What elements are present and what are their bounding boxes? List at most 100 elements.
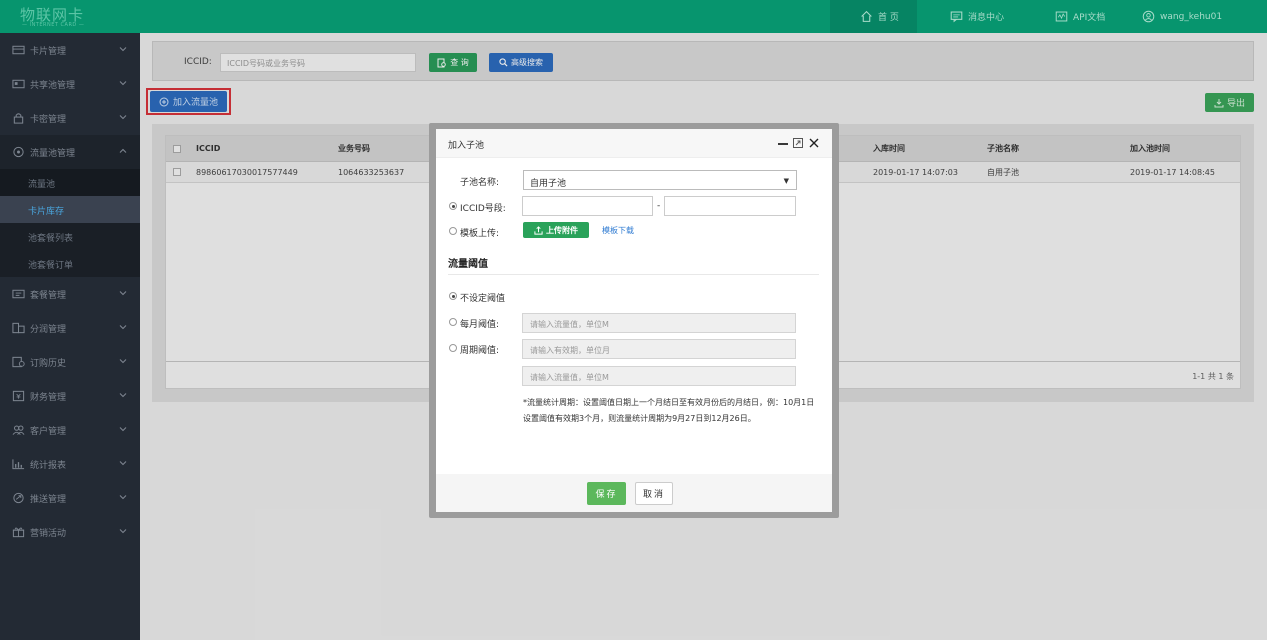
sidebar-item-label: 共享池管理 bbox=[30, 81, 76, 91]
upload-icon bbox=[534, 225, 543, 235]
maximize-icon[interactable] bbox=[792, 137, 804, 149]
sidebar-item-label: 流量池管理 bbox=[30, 149, 76, 159]
nav-api-label: API文档 bbox=[1073, 13, 1106, 23]
sidebar-item-packages[interactable]: 套餐管理 bbox=[0, 277, 140, 311]
message-icon bbox=[950, 11, 963, 23]
no-threshold-radio[interactable] bbox=[449, 292, 457, 300]
sidebar-subitem-card-stock[interactable]: 卡片库存 bbox=[0, 196, 140, 223]
chevron-down-icon bbox=[119, 461, 127, 466]
sidebar-subitem-pool[interactable]: 流量池 bbox=[0, 169, 140, 196]
history-icon bbox=[12, 356, 25, 368]
chevron-down-icon bbox=[119, 427, 127, 432]
sidebar-subitem-label: 池套餐订单 bbox=[28, 261, 74, 271]
traffic-threshold-title: 流量阈值 bbox=[448, 259, 488, 270]
sidebar-item-label: 订购历史 bbox=[30, 359, 67, 369]
monthly-threshold-label: 每月阈值: bbox=[460, 320, 500, 330]
gift-icon bbox=[12, 527, 25, 538]
sidebar-item-label: 推送管理 bbox=[30, 495, 67, 505]
chevron-up-icon bbox=[119, 148, 127, 153]
sidebar-item-label: 营销活动 bbox=[30, 529, 67, 539]
user-avatar-icon bbox=[1142, 10, 1155, 23]
period-threshold-radio[interactable] bbox=[449, 344, 457, 352]
threshold-note: *流量统计周期：设置阈值日期上一个月结日至有效月份后的月结日，例：10月1日设置… bbox=[523, 398, 815, 423]
iccid-range-radio[interactable] bbox=[449, 202, 457, 210]
nav-messages[interactable]: 消息中心 bbox=[950, 0, 1004, 33]
sidebar-item-profit[interactable]: 分润管理 bbox=[0, 311, 140, 345]
period-threshold-label: 周期阈值: bbox=[460, 346, 500, 356]
range-dash: - bbox=[657, 201, 661, 211]
period-traffic-input[interactable]: 请输入流量值，单位M bbox=[522, 366, 796, 386]
nav-api-docs[interactable]: API文档 bbox=[1055, 0, 1105, 33]
sidebar-item-customers[interactable]: 客户管理 bbox=[0, 413, 140, 447]
sidebar-subitem-label: 池套餐列表 bbox=[28, 234, 74, 244]
sidebar-item-card-secret[interactable]: 卡密管理 bbox=[0, 101, 140, 135]
api-doc-icon bbox=[1055, 11, 1068, 22]
card-icon bbox=[12, 45, 25, 55]
subpool-name-label: 子池名称: bbox=[460, 178, 500, 188]
sidebar-item-reports[interactable]: 统计报表 bbox=[0, 447, 140, 481]
sidebar-item-order-history[interactable]: 订购历史 bbox=[0, 345, 140, 379]
nav-home[interactable]: 首 页 bbox=[830, 0, 917, 33]
template-download-link[interactable]: 模板下载 bbox=[602, 225, 634, 236]
customers-icon bbox=[12, 425, 25, 435]
sidebar-item-label: 统计报表 bbox=[30, 461, 67, 471]
push-icon bbox=[13, 492, 24, 504]
share-pool-icon bbox=[12, 79, 25, 89]
sidebar-item-push[interactable]: 推送管理 bbox=[0, 481, 140, 515]
sidebar-item-label: 卡片管理 bbox=[30, 47, 67, 57]
no-threshold-label: 不设定阈值 bbox=[460, 294, 506, 304]
sidebar-item-marketing[interactable]: 营销活动 bbox=[0, 515, 140, 549]
lock-icon bbox=[13, 113, 24, 124]
nav-messages-label: 消息中心 bbox=[968, 13, 1005, 23]
upload-attachment-button[interactable]: 上传附件 bbox=[523, 222, 589, 238]
sidebar-item-label: 分润管理 bbox=[30, 325, 67, 335]
sidebar-subitem-label: 流量池 bbox=[28, 180, 56, 190]
profit-icon bbox=[12, 322, 25, 334]
sidebar-subitem-pool-packages[interactable]: 池套餐列表 bbox=[0, 223, 140, 250]
template-upload-radio[interactable] bbox=[449, 227, 457, 235]
sidebar-item-label: 套餐管理 bbox=[30, 291, 67, 301]
sidebar-subitem-label: 卡片库存 bbox=[28, 207, 65, 217]
close-icon[interactable] bbox=[808, 137, 820, 149]
sidebar-item-share-pool[interactable]: 共享池管理 bbox=[0, 67, 140, 101]
subpool-select[interactable]: 自用子池 ▼ bbox=[523, 170, 797, 190]
sidebar-item-finance[interactable]: 财务管理 bbox=[0, 379, 140, 413]
period-validity-input[interactable]: 请输入有效期，单位月 bbox=[522, 339, 796, 359]
iccid-end-input[interactable] bbox=[664, 196, 796, 216]
chevron-down-icon bbox=[119, 529, 127, 534]
iccid-range-label: ICCID号段: bbox=[460, 204, 506, 214]
package-icon bbox=[12, 289, 25, 299]
user-menu[interactable]: wang_kehu01 bbox=[1142, 0, 1222, 33]
sidebar-item-label: 财务管理 bbox=[30, 393, 67, 403]
home-icon bbox=[861, 10, 872, 22]
iccid-start-input[interactable] bbox=[522, 196, 653, 216]
dialog-title: 加入子池 bbox=[448, 141, 485, 151]
dialog-footer bbox=[436, 474, 832, 512]
finance-icon bbox=[12, 390, 25, 402]
sidebar-item-label: 客户管理 bbox=[30, 427, 67, 437]
monthly-threshold-radio[interactable] bbox=[449, 318, 457, 326]
section-divider bbox=[448, 274, 819, 275]
logo[interactable]: 物联网卡 — INTERNET CARD — bbox=[0, 0, 140, 33]
subpool-selected-value: 自用子池 bbox=[530, 179, 567, 189]
save-button[interactable]: 保存 bbox=[587, 482, 626, 505]
add-subpool-dialog: 加入子池 子池名称: 自用子池 ▼ ICCID号段: - 模板上传: 上传附件 … bbox=[436, 129, 832, 512]
traffic-pool-icon bbox=[13, 146, 24, 158]
username: wang_kehu01 bbox=[1160, 11, 1223, 22]
nav-home-label: 首 页 bbox=[878, 13, 899, 23]
sidebar-item-traffic-pool[interactable]: 流量池管理 bbox=[0, 135, 140, 169]
monthly-threshold-input[interactable]: 请输入流量值，单位M bbox=[522, 313, 796, 333]
chart-icon bbox=[12, 459, 25, 470]
sidebar: 卡片管理 共享池管理 卡密管理 流量池管理 流量池 卡片库存 池套餐列表 池套餐… bbox=[0, 33, 140, 640]
minimize-icon[interactable] bbox=[777, 137, 789, 149]
dropdown-arrow-icon: ▼ bbox=[783, 177, 789, 185]
sidebar-item-cards[interactable]: 卡片管理 bbox=[0, 33, 140, 67]
chevron-down-icon bbox=[119, 359, 127, 364]
cancel-button[interactable]: 取消 bbox=[635, 482, 673, 505]
top-bar: 物联网卡 — INTERNET CARD — 首 页 消息中心 API文档 wa… bbox=[0, 0, 1267, 33]
sidebar-subitem-pool-orders[interactable]: 池套餐订单 bbox=[0, 250, 140, 277]
dialog-header: 加入子池 bbox=[436, 129, 832, 158]
upload-label: 上传附件 bbox=[546, 225, 578, 235]
chevron-down-icon bbox=[119, 115, 127, 120]
chevron-down-icon bbox=[119, 47, 127, 52]
